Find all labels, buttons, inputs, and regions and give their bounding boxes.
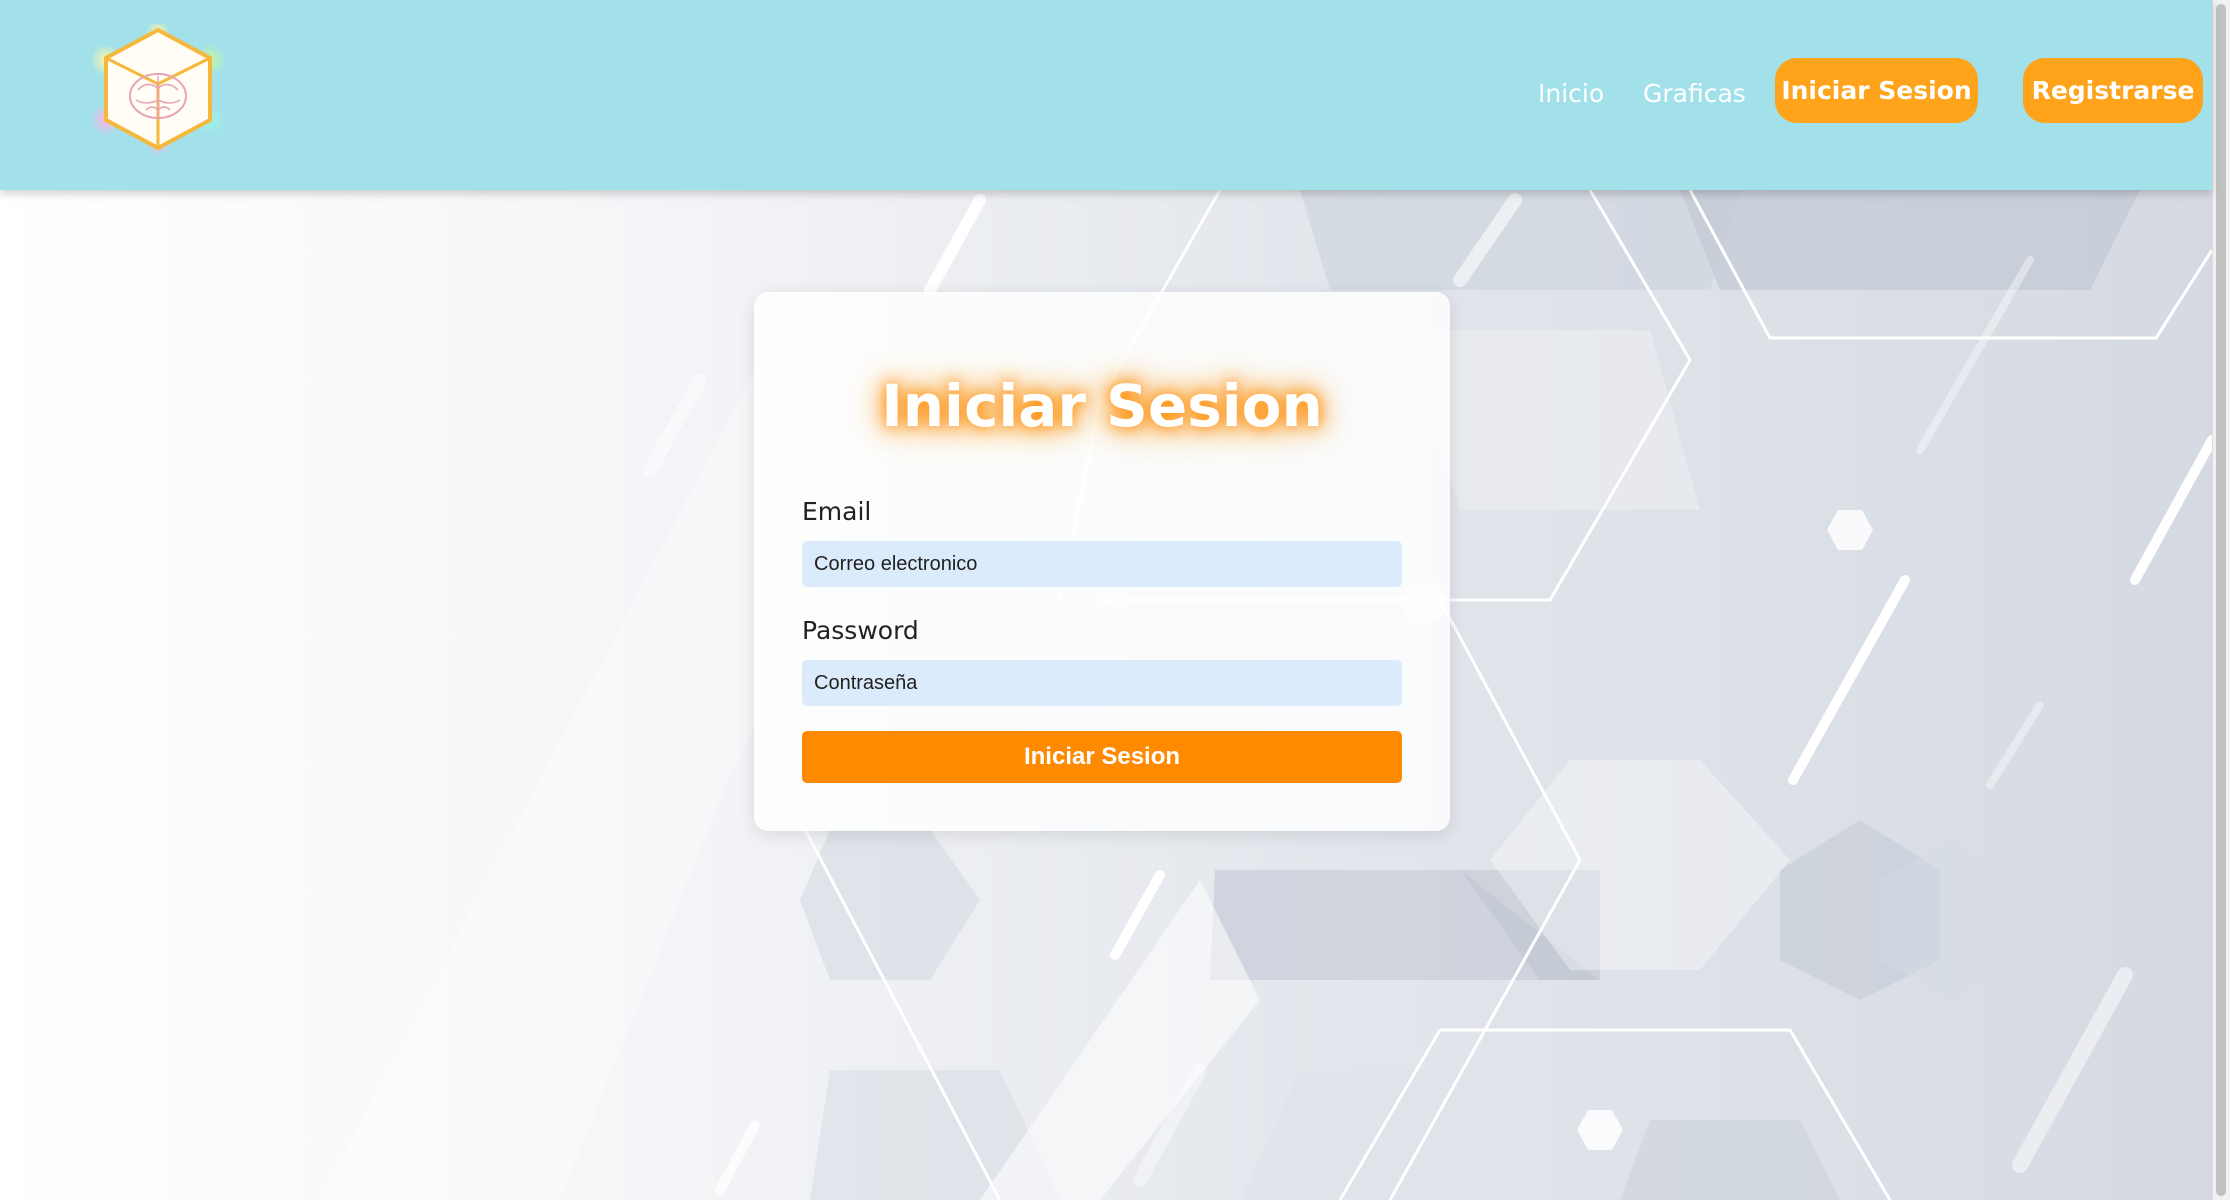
top-navbar: Inicio Graficas Iniciar Sesion Registrar…	[0, 0, 2212, 190]
login-submit-button[interactable]: Iniciar Sesion	[802, 731, 1402, 783]
nav-register-button[interactable]: Registrarse	[2023, 58, 2203, 123]
login-title: Iniciar Sesion	[881, 372, 1323, 440]
nav-login-button[interactable]: Iniciar Sesion	[1775, 58, 1978, 123]
email-label: Email	[802, 497, 872, 526]
login-card: Iniciar Sesion Email Correo electronico …	[754, 292, 1450, 831]
nav-link-inicio[interactable]: Inicio	[1538, 72, 1604, 116]
brain-cube-logo-icon[interactable]	[90, 20, 226, 156]
scrollbar-thumb[interactable]	[2216, 4, 2226, 1196]
email-input[interactable]: Correo electronico	[802, 541, 1402, 587]
nav-link-graficas[interactable]: Graficas	[1643, 72, 1746, 116]
vertical-scrollbar[interactable]	[2212, 0, 2230, 1200]
password-label: Password	[802, 616, 919, 645]
password-input[interactable]: Contraseña	[802, 660, 1402, 706]
